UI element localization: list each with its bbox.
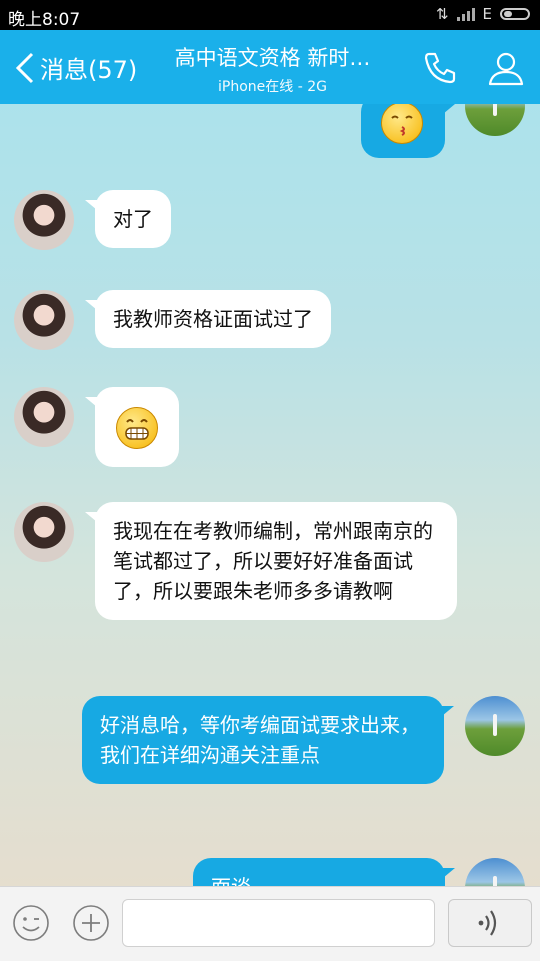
back-button[interactable]: 消息(57) [14, 50, 137, 85]
message-list[interactable]: 对了 我教师资格证面试过了 我现在在考教师编制，常州跟南京的笔试都过了，所以要好… [0, 104, 540, 886]
voice-button[interactable] [448, 899, 532, 947]
profile-button[interactable] [486, 48, 526, 88]
message-bubble-other[interactable]: 我教师资格证面试过了 [85, 290, 331, 348]
message-bubble-self[interactable]: 好消息哈，等你考编面试要求出来，我们在详细沟通关注重点 [82, 696, 454, 784]
chat-subtitle: iPhone在线 - 2G [218, 79, 327, 95]
self-avatar[interactable] [465, 696, 525, 756]
contact-avatar[interactable] [14, 190, 74, 250]
chat-title-area[interactable]: 高中语文资格 新时… iPhone在线 - 2G [150, 42, 395, 96]
add-button[interactable] [72, 904, 110, 942]
self-avatar[interactable] [465, 858, 525, 886]
battery-icon [500, 8, 530, 20]
message-text: 我现在在考教师编制，常州跟南京的笔试都过了，所以要好好准备面试了，所以要跟朱老师… [113, 519, 433, 603]
status-icons: ⇅ E [436, 5, 530, 23]
self-avatar[interactable] [465, 104, 525, 136]
contact-avatar[interactable] [14, 502, 74, 562]
message-text: 好消息哈，等你考编面试要求出来，我们在详细沟通关注重点 [100, 713, 420, 767]
contact-avatar[interactable] [14, 387, 74, 447]
user-icon [488, 52, 524, 86]
chevron-left-icon [15, 52, 34, 83]
data-transfer-icon: ⇅ [435, 5, 449, 23]
status-time: 晚上8:07 [8, 10, 81, 30]
message-bubble-self[interactable]: 面谈... [193, 858, 455, 886]
chat-title: 高中语文资格 新时… [174, 46, 371, 70]
message-text: 面谈... [211, 875, 270, 886]
status-bar: 晚上8:07 ⇅ E [0, 0, 540, 30]
smiley-icon [13, 905, 49, 941]
message-bubble-self[interactable] [361, 104, 455, 158]
message-bubble-other[interactable]: 我现在在考教师编制，常州跟南京的笔试都过了，所以要好好准备面试了，所以要跟朱老师… [85, 502, 457, 620]
call-button[interactable] [420, 48, 460, 88]
kiss-emoji-icon [381, 104, 423, 144]
network-type: E [482, 5, 492, 23]
message-bubble-other[interactable]: 对了 [85, 190, 171, 248]
contact-avatar[interactable] [14, 290, 74, 350]
plus-icon [73, 905, 109, 941]
grin-emoji-icon [116, 407, 158, 449]
message-bubble-other[interactable] [85, 387, 179, 467]
message-text: 对了 [113, 207, 153, 231]
back-label: 消息(57) [40, 56, 138, 84]
message-input[interactable] [122, 899, 435, 947]
phone-icon [424, 52, 456, 84]
input-bar [0, 886, 540, 961]
sound-wave-icon [478, 910, 497, 936]
emoji-button[interactable] [12, 904, 50, 942]
message-text: 我教师资格证面试过了 [113, 307, 313, 331]
chat-header: 消息(57) 高中语文资格 新时… iPhone在线 - 2G [0, 30, 540, 104]
signal-icon [456, 7, 475, 21]
